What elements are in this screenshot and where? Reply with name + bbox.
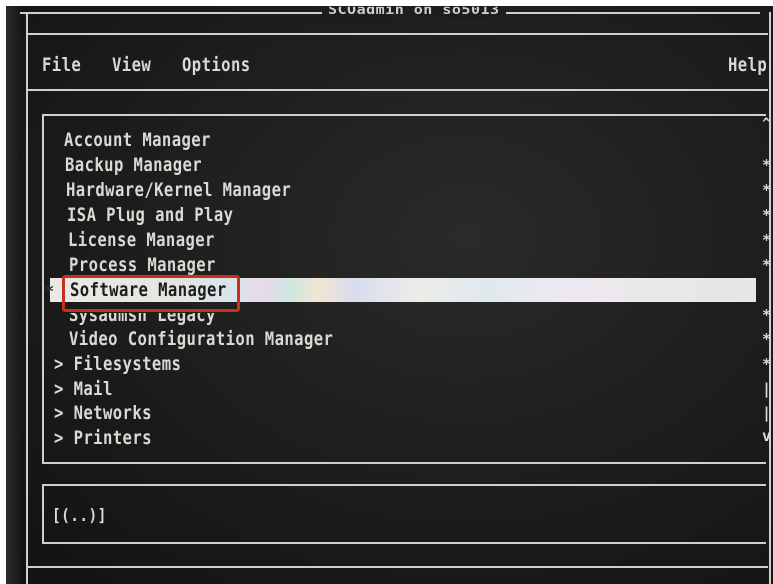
list-item-backup-manager[interactable]: Backup Manager	[65, 153, 202, 177]
status-line: [(..)]	[52, 506, 107, 526]
list-item-hardware-kernel-manager[interactable]: Hardware/Kernel Manager	[66, 178, 291, 202]
row-marker: *	[762, 231, 772, 249]
menu-view[interactable]: View	[112, 54, 151, 76]
row-marker: *	[762, 181, 772, 199]
list-item-mail[interactable]: > Mail	[54, 377, 113, 401]
scroll-up-icon[interactable]: ^	[762, 116, 771, 132]
window-title: SCOadmin on so5013	[322, 6, 506, 20]
window-right-border	[769, 12, 771, 584]
row-marker: *	[762, 256, 772, 274]
menubar-bottom-border	[28, 89, 768, 91]
menu-file[interactable]: File	[42, 54, 81, 76]
monitor-bezel	[6, 6, 20, 584]
menu-options[interactable]: Options	[182, 54, 251, 76]
list-top-border	[42, 114, 766, 116]
scrollbar-track[interactable]: |	[762, 380, 772, 398]
status-bottom-border	[42, 542, 766, 544]
row-marker: *	[762, 206, 772, 224]
highlight-annotation-box	[62, 275, 240, 312]
status-top-border	[42, 484, 766, 486]
menubar-top-border	[28, 33, 768, 35]
menu-help[interactable]: Help	[728, 54, 767, 76]
list-item-filesystems[interactable]: > Filesystems	[54, 352, 181, 376]
list-item-networks[interactable]: > Networks	[54, 401, 152, 425]
row-marker: *	[762, 306, 772, 324]
row-marker: *	[762, 156, 772, 174]
status-left-border	[42, 484, 44, 544]
list-item-account-manager[interactable]: Account Manager	[64, 128, 211, 152]
list-item-process-manager[interactable]: Process Manager	[69, 253, 216, 277]
list-bottom-border	[42, 462, 766, 464]
window-left-border	[26, 12, 28, 584]
scroll-down-icon[interactable]: v	[762, 427, 772, 445]
selection-marker: *	[44, 282, 55, 302]
row-marker: *	[762, 330, 772, 348]
photo-frame: SCOadmin on so5013 File View Options Hel…	[0, 0, 773, 584]
list-item-video-configuration-manager[interactable]: Video Configuration Manager	[69, 327, 333, 351]
terminal-screen: SCOadmin on so5013 File View Options Hel…	[6, 6, 773, 584]
row-marker: *	[762, 355, 772, 373]
list-item-printers[interactable]: > Printers	[54, 426, 152, 450]
bottom-border	[28, 566, 768, 568]
list-item-license-manager[interactable]: License Manager	[68, 228, 215, 252]
list-item-isa-plug-and-play[interactable]: ISA Plug and Play	[67, 203, 233, 227]
scrollbar-track[interactable]: |	[762, 404, 772, 422]
